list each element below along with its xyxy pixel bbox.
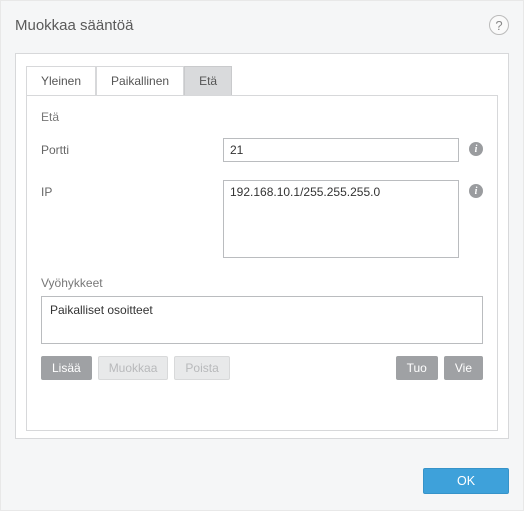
- edit-button-label: Muokkaa: [109, 361, 158, 375]
- tab-remote-label: Etä: [199, 74, 217, 88]
- ip-input[interactable]: [223, 180, 459, 258]
- import-button-label: Tuo: [407, 361, 427, 375]
- tab-general-label: Yleinen: [41, 74, 81, 88]
- add-button[interactable]: Lisää: [41, 356, 92, 380]
- export-button-label: Vie: [455, 361, 472, 375]
- delete-button: Poista: [174, 356, 229, 380]
- delete-button-label: Poista: [185, 361, 218, 375]
- main-panel: Yleinen Paikallinen Etä Etä Portti i IP: [15, 53, 509, 439]
- tab-body-remote: Etä Portti i IP i Vyöhykkeet Paikalliset: [26, 95, 498, 431]
- remote-heading: Etä: [41, 110, 483, 124]
- zones-section: Vyöhykkeet Paikalliset osoitteet: [41, 276, 483, 344]
- zone-buttons: Lisää Muokkaa Poista Tuo Vie: [41, 356, 483, 380]
- tabs-row: Yleinen Paikallinen Etä: [26, 66, 508, 95]
- zones-label: Vyöhykkeet: [41, 276, 483, 290]
- tab-remote[interactable]: Etä: [184, 66, 232, 95]
- add-button-label: Lisää: [52, 361, 81, 375]
- footer: OK: [423, 468, 509, 494]
- tab-local-label: Paikallinen: [111, 74, 169, 88]
- ip-label: IP: [41, 180, 223, 199]
- port-label: Portti: [41, 138, 223, 157]
- help-icon[interactable]: ?: [489, 15, 509, 35]
- port-field-wrap: i: [223, 138, 483, 162]
- info-icon[interactable]: i: [469, 142, 483, 156]
- ip-row: IP i: [41, 180, 483, 258]
- edit-button: Muokkaa: [98, 356, 169, 380]
- port-row: Portti i: [41, 138, 483, 162]
- port-input[interactable]: [223, 138, 459, 162]
- ok-button[interactable]: OK: [423, 468, 509, 494]
- ok-button-label: OK: [457, 474, 475, 488]
- dialog-title: Muokkaa sääntöä: [15, 17, 133, 34]
- titlebar: Muokkaa sääntöä ?: [15, 15, 509, 53]
- ip-field-wrap: i: [223, 180, 483, 258]
- tab-local[interactable]: Paikallinen: [96, 66, 184, 95]
- list-item[interactable]: Paikalliset osoitteet: [50, 303, 474, 317]
- export-button[interactable]: Vie: [444, 356, 483, 380]
- zones-listbox[interactable]: Paikalliset osoitteet: [41, 296, 483, 344]
- import-button[interactable]: Tuo: [396, 356, 438, 380]
- dialog-window: Muokkaa sääntöä ? Yleinen Paikallinen Et…: [0, 0, 524, 511]
- info-icon[interactable]: i: [469, 184, 483, 198]
- tab-general[interactable]: Yleinen: [26, 66, 96, 95]
